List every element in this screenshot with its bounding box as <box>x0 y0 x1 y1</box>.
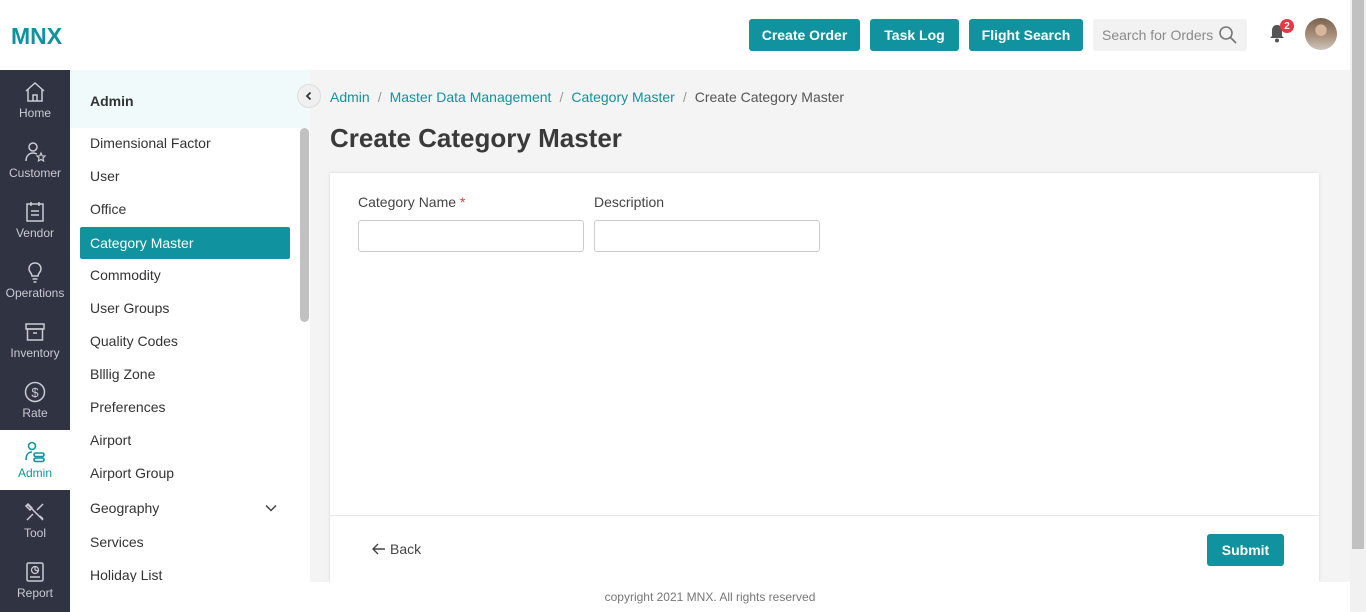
operations-icon <box>28 262 42 283</box>
subnav-item-airport-group[interactable]: Airport Group <box>80 457 290 489</box>
nav-label: Admin <box>17 466 52 480</box>
arrow-left-icon <box>372 543 385 555</box>
breadcrumb-master-data-management[interactable]: Master Data Management <box>390 89 552 105</box>
breadcrumb-separator: / <box>377 89 382 105</box>
nav-label: Vendor <box>15 226 55 240</box>
category-name-input[interactable] <box>358 220 584 252</box>
breadcrumb-admin[interactable]: Admin <box>330 89 370 105</box>
nav-label: Operations <box>5 286 65 300</box>
page-title: Create Category Master <box>330 123 622 153</box>
nav-item-report[interactable]: Report <box>0 550 70 610</box>
flight-search-button[interactable]: Flight Search <box>969 19 1083 51</box>
breadcrumb-current: Create Category Master <box>694 89 845 105</box>
subnav-item-preferences[interactable]: Preferences <box>80 391 290 423</box>
subnav-item-billing-zone[interactable]: Blllig Zone <box>80 358 290 390</box>
main-nav: Home Customer Vendor Operations Inventor… <box>0 70 70 612</box>
inventory-icon <box>25 323 45 341</box>
nav-label: Home <box>18 106 51 120</box>
chevron-left-icon <box>305 91 312 101</box>
page-footer: copyright 2021 MNX. All rights reserved <box>70 582 1350 612</box>
subnav-item-user-groups[interactable]: User Groups <box>80 292 290 324</box>
nav-item-operations[interactable]: Operations <box>0 250 70 310</box>
admin-subnav: Admin Dimensional Factor User Office Cat… <box>70 70 310 582</box>
subnav-header: Admin <box>70 70 310 128</box>
subnav-scrollbar[interactable] <box>300 128 310 582</box>
subnav-item-dimensional-factor[interactable]: Dimensional Factor <box>80 127 290 159</box>
task-log-button[interactable]: Task Log <box>870 19 959 51</box>
subnav-item-user[interactable]: User <box>80 160 290 192</box>
subnav-item-category-master[interactable]: Category Master <box>80 227 290 259</box>
subnav-item-quality-codes[interactable]: Quality Codes <box>80 325 290 357</box>
admin-icon <box>25 441 45 463</box>
subnav-item-services[interactable]: Services <box>80 526 290 558</box>
description-label: Description <box>594 194 665 210</box>
required-mark: * <box>459 194 466 210</box>
nav-item-home[interactable]: Home <box>0 70 70 130</box>
nav-item-vendor[interactable]: Vendor <box>0 190 70 250</box>
subnav-scrollbar-thumb[interactable] <box>300 128 309 322</box>
svg-text:$: $ <box>31 385 39 400</box>
collapse-sidebar-button[interactable] <box>297 84 321 108</box>
nav-label: Customer <box>8 166 61 180</box>
form-card: Category Name * Description Back Submit <box>330 173 1319 582</box>
subnav-item-geography[interactable]: Geography <box>80 492 290 524</box>
category-name-label-text: Category Name <box>358 194 457 210</box>
create-order-button[interactable]: Create Order <box>749 19 860 51</box>
nav-item-customer[interactable]: Customer <box>0 130 70 190</box>
vendor-icon <box>26 202 44 222</box>
subnav-item-airport[interactable]: Airport <box>80 424 290 456</box>
description-input[interactable] <box>594 220 820 252</box>
chevron-down-icon[interactable] <box>264 501 278 515</box>
report-icon <box>26 562 44 582</box>
top-bar: MNX Create Order Task Log Flight Search … <box>0 0 1350 70</box>
breadcrumb-separator: / <box>559 89 564 105</box>
tool-icon <box>24 502 44 521</box>
form-footer: Back Submit <box>330 515 1319 582</box>
notification-badge: 2 <box>1280 19 1294 33</box>
customer-icon <box>25 142 47 163</box>
rate-icon: $ <box>24 381 46 403</box>
search-icon[interactable] <box>1218 25 1238 45</box>
subnav-item-label: Geography <box>90 500 160 516</box>
nav-item-admin[interactable]: Admin <box>0 430 70 490</box>
search-placeholder: Search for Orders <box>1102 27 1214 43</box>
nav-item-inventory[interactable]: Inventory <box>0 310 70 370</box>
nav-label: Tool <box>23 526 46 540</box>
back-button[interactable]: Back <box>372 541 421 557</box>
nav-item-tool[interactable]: Tool <box>0 490 70 550</box>
subnav-title: Admin <box>90 93 134 109</box>
breadcrumb-category-master[interactable]: Category Master <box>571 89 674 105</box>
nav-label: Inventory <box>10 346 60 360</box>
submit-button[interactable]: Submit <box>1207 534 1284 566</box>
breadcrumb-separator: / <box>682 89 687 105</box>
mnx-logo[interactable]: MNX <box>11 23 62 50</box>
subnav-item-commodity[interactable]: Commodity <box>80 259 290 291</box>
order-search-input[interactable]: Search for Orders <box>1093 19 1247 51</box>
nav-label: Report <box>16 586 54 600</box>
nav-label: Rate <box>22 406 48 420</box>
user-avatar[interactable] <box>1305 18 1337 50</box>
subnav-item-holiday-list[interactable]: Holiday List <box>80 559 290 582</box>
subnav-item-office[interactable]: Office <box>80 193 290 225</box>
page-scrollbar[interactable] <box>1350 0 1366 612</box>
home-icon <box>25 81 45 102</box>
category-name-label: Category Name * <box>358 194 465 210</box>
back-label: Back <box>390 541 422 557</box>
breadcrumb: Admin / Master Data Management / Categor… <box>330 89 844 105</box>
page-scrollbar-thumb[interactable] <box>1352 0 1364 549</box>
nav-item-rate[interactable]: $ Rate <box>0 370 70 430</box>
